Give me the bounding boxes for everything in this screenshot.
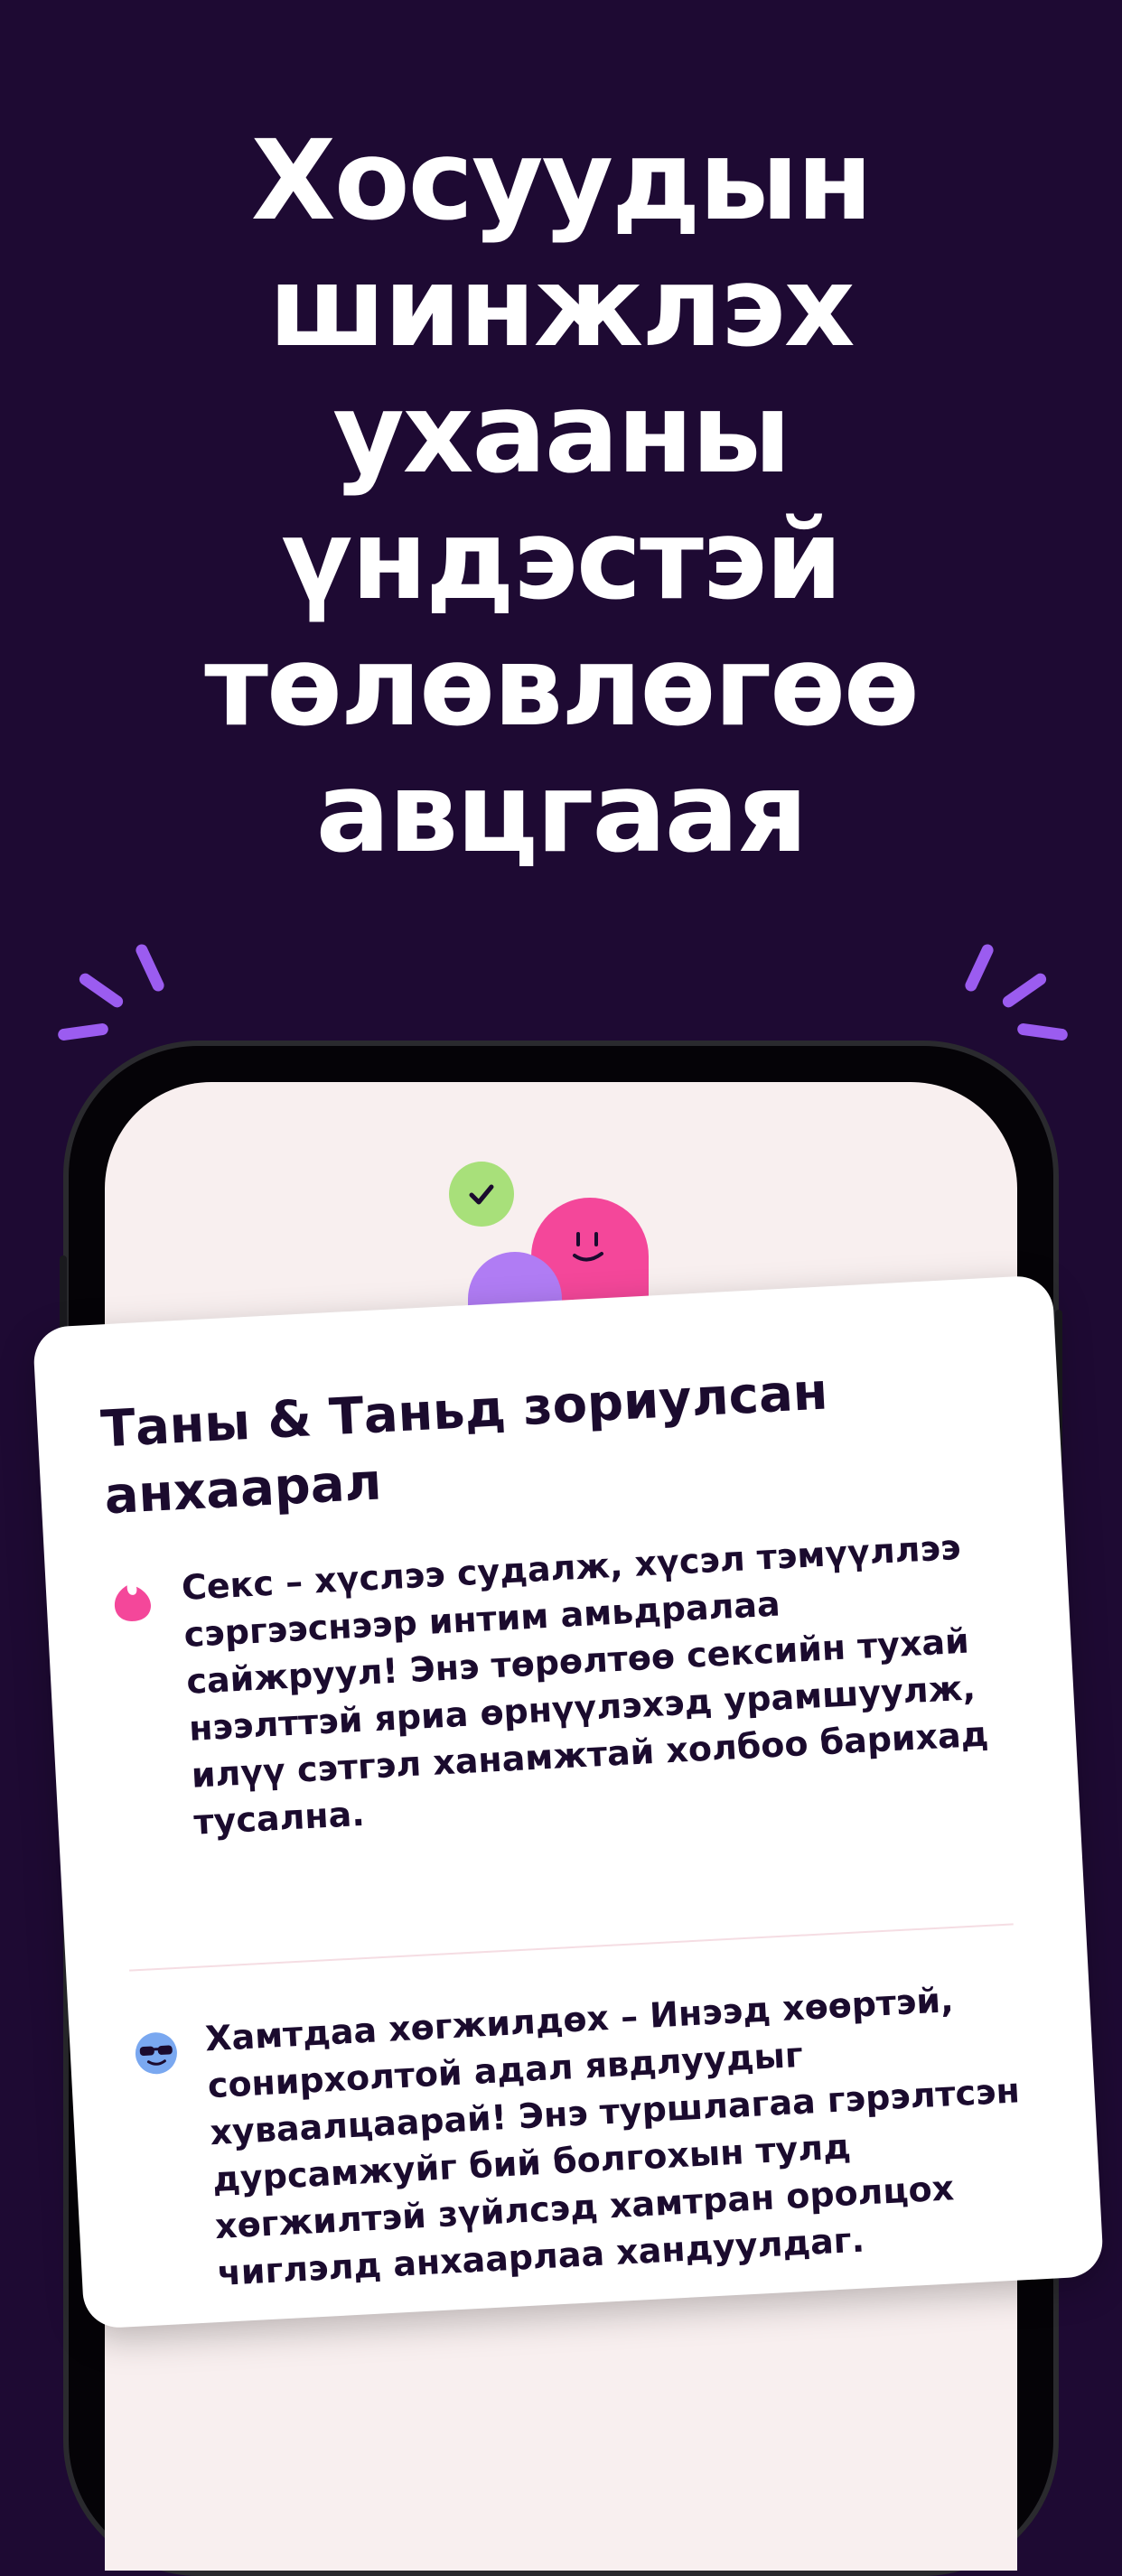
focus-item-text: Секс – хүслээ судалж, хүсэл тэмүүллээ сэ… xyxy=(180,1526,990,1843)
headline: Хосуудын шинжлэх ухааны үндэстэй төлөвлө… xyxy=(0,117,1122,876)
focus-card: Таны & Таньд зориулсан анхаарал Секс – х… xyxy=(32,1274,1105,2329)
sparkle-dash xyxy=(963,942,996,994)
sparkle-dash xyxy=(134,942,166,994)
headline-line-2: шинжлэх xyxy=(268,243,855,371)
headline-line-6: авцгаая xyxy=(315,749,809,877)
sparkle-dash xyxy=(1000,971,1049,1010)
divider xyxy=(129,1923,1014,1972)
sparkle-dash xyxy=(1016,1022,1069,1041)
focus-item: Секс – хүслээ судалж, хүсэл тэмүүллээ сэ… xyxy=(108,1521,1029,1911)
headline-line-1: Хосуудын xyxy=(250,117,873,245)
check-icon xyxy=(449,1162,514,1227)
headline-line-5: төлөвлөгөө xyxy=(204,622,919,751)
sparkle-dash xyxy=(77,971,126,1010)
sparkle-dash xyxy=(57,1022,109,1041)
focus-item-text: Хамтдаа хөгжилдөх – Инээд хөөртэй, сонир… xyxy=(204,1980,1021,2294)
sunglasses-face-icon xyxy=(133,2030,181,2077)
card-title: Таны & Таньд зориулсан анхаарал xyxy=(99,1362,829,1526)
pink-flame-icon xyxy=(108,1579,156,1627)
focus-item: Хамтдаа хөгжилдөх – Инээд хөөртэй, сонир… xyxy=(132,1972,1050,2317)
headline-line-4: үндэстэй xyxy=(281,496,843,624)
headline-line-3: ухааны xyxy=(332,369,791,498)
